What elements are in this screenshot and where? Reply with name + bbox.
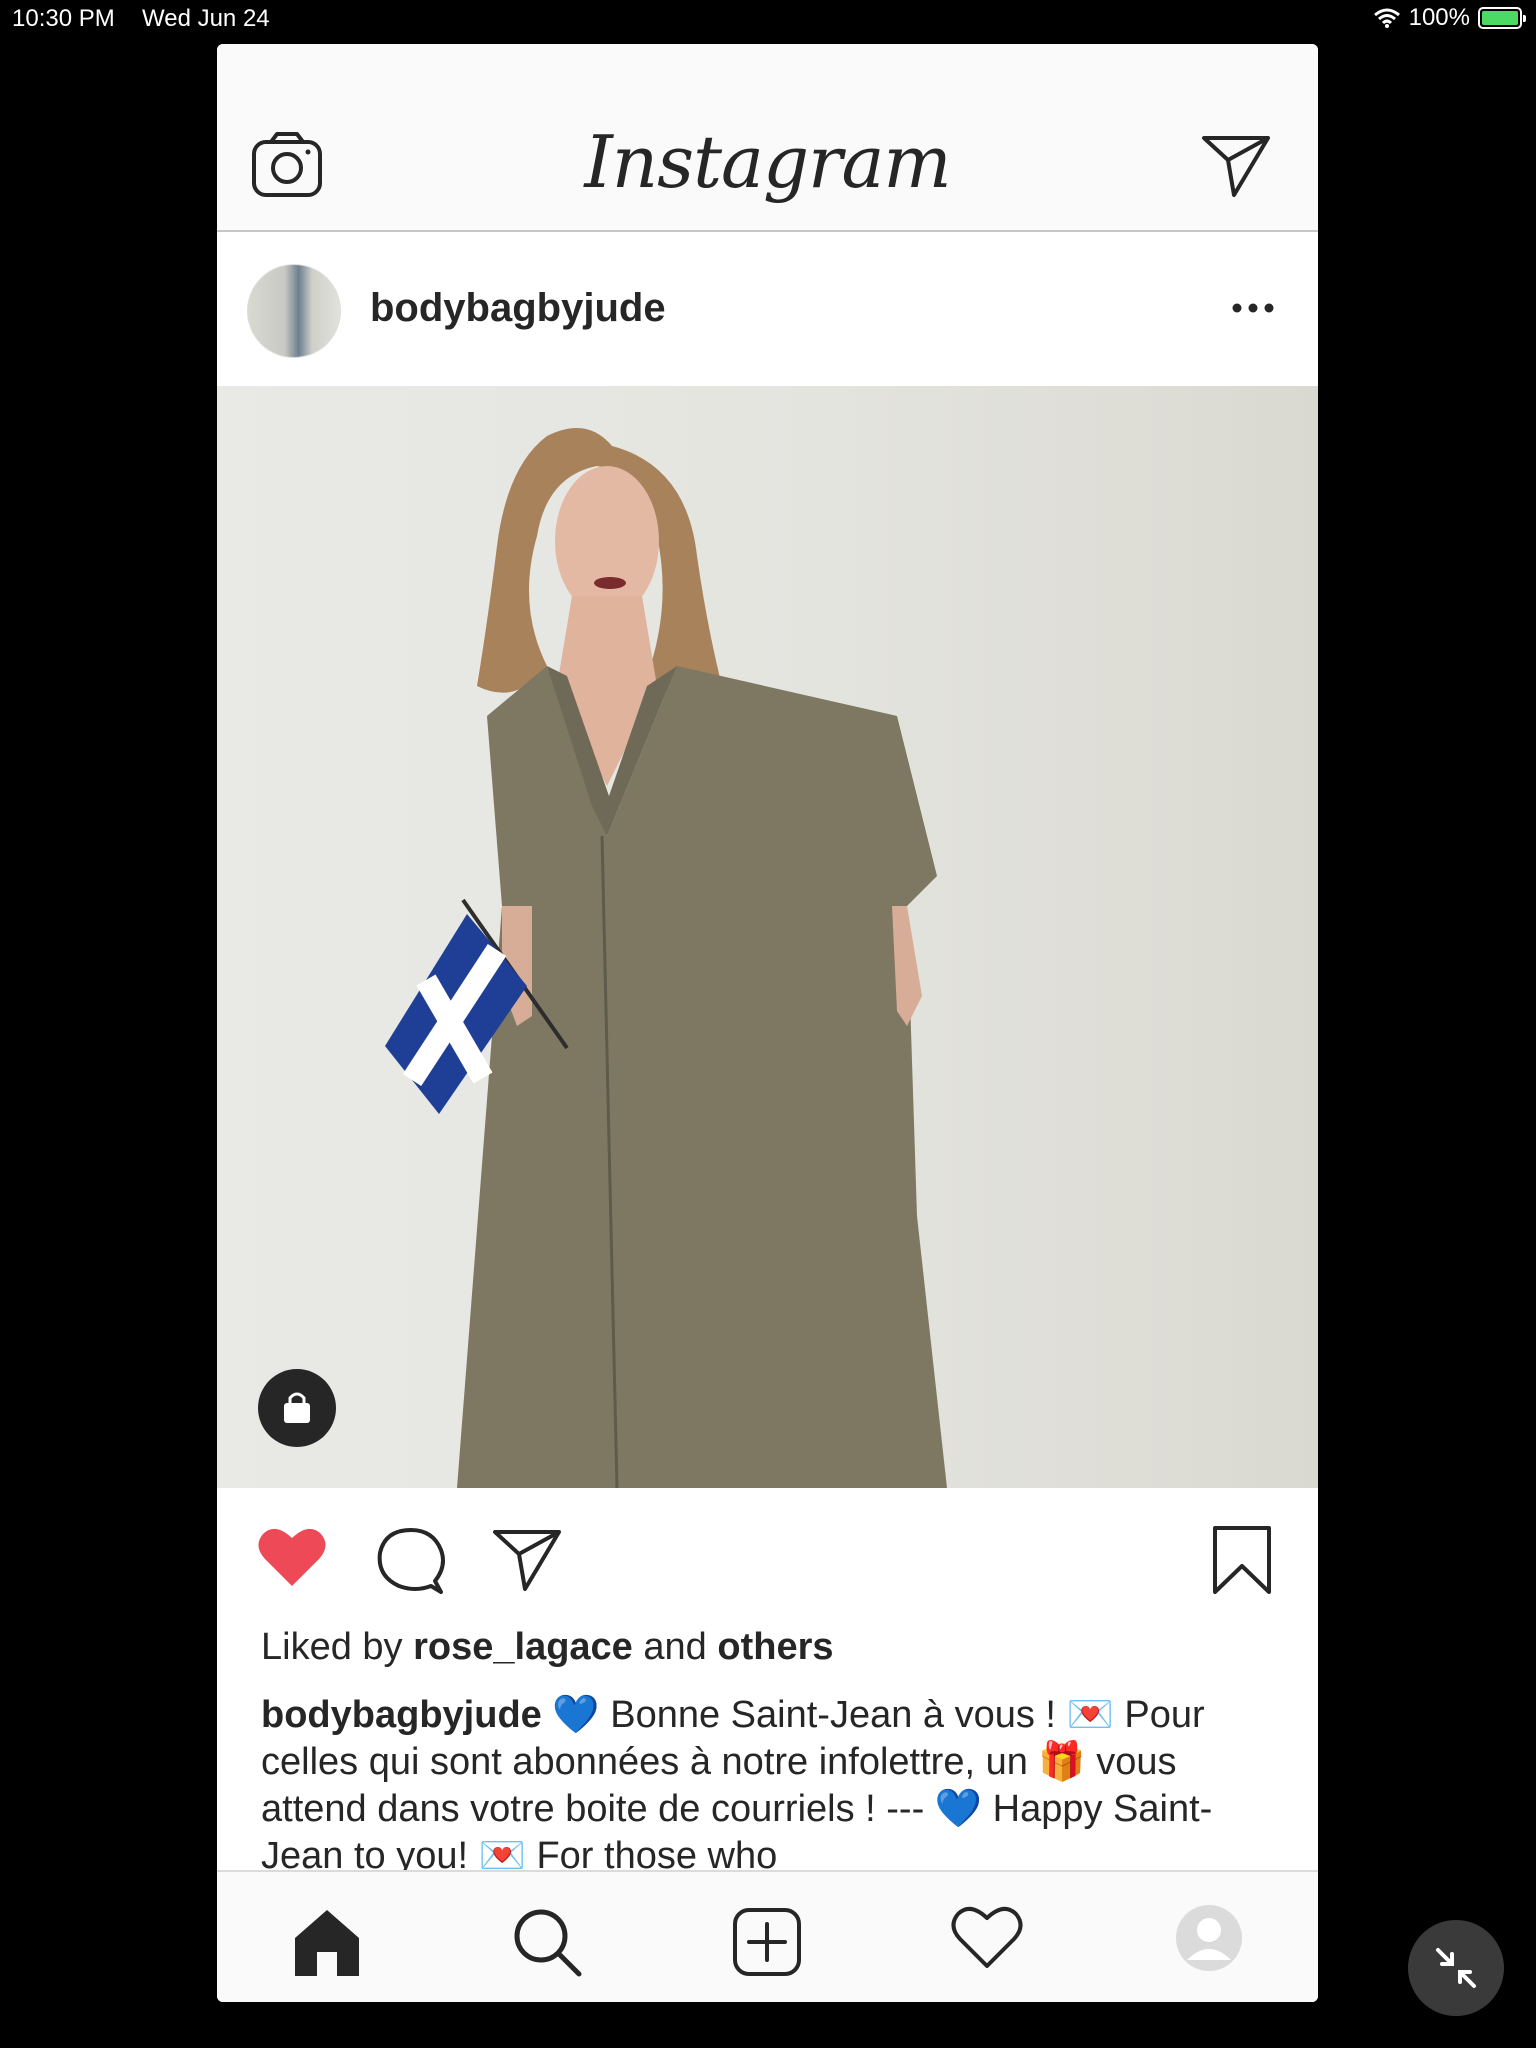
search-icon[interactable] [511,1906,583,1978]
status-right: 100% [1373,4,1526,32]
new-post-icon[interactable] [731,1906,803,1978]
liked-by-user[interactable]: rose_lagace [413,1626,633,1668]
avatar[interactable] [247,264,341,358]
activity-heart-icon[interactable] [951,1906,1023,1970]
home-icon[interactable] [291,1906,363,1978]
instagram-logo: Instagram [584,120,951,204]
photo-illustration [385,428,947,1488]
ellipsis-icon[interactable] [1231,302,1275,314]
share-icon[interactable] [492,1528,562,1592]
likes-text: Liked by rose_lagace and others [261,1626,834,1669]
caption-username[interactable]: bodybagbyjude [261,1694,542,1736]
instagram-app: Instagram bodybagbyjude Liked by rose_la… [217,44,1318,2002]
post-photo[interactable] [217,386,1318,1488]
battery-icon [1478,7,1526,29]
status-time: 10:30 PM [12,5,115,32]
post-username[interactable]: bodybagbyjude [370,286,666,331]
heart-icon[interactable] [257,1526,327,1588]
collapse-arrows-icon [1436,1948,1476,1988]
wifi-icon [1373,8,1400,28]
paper-plane-icon[interactable] [1201,134,1271,198]
post-header: bodybagbyjude [217,232,1318,386]
shopping-bag-icon [284,1392,310,1423]
comment-icon[interactable] [375,1526,447,1594]
liked-by-others[interactable]: others [717,1626,833,1668]
status-date: Wed Jun 24 [142,5,270,32]
status-bar: 10:30 PM Wed Jun 24 100% [0,0,1536,40]
shop-button[interactable] [258,1369,336,1447]
liked-by-and: and [643,1626,707,1668]
minimize-button[interactable] [1408,1920,1504,2016]
liked-by-prefix: Liked by [261,1626,403,1668]
tab-bar [217,1870,1318,2002]
profile-icon[interactable] [1175,1904,1243,1972]
top-bar: Instagram [217,44,1318,232]
battery-percent: 100% [1408,4,1470,31]
bookmark-icon[interactable] [1211,1524,1273,1596]
post-actions [217,1488,1318,1608]
